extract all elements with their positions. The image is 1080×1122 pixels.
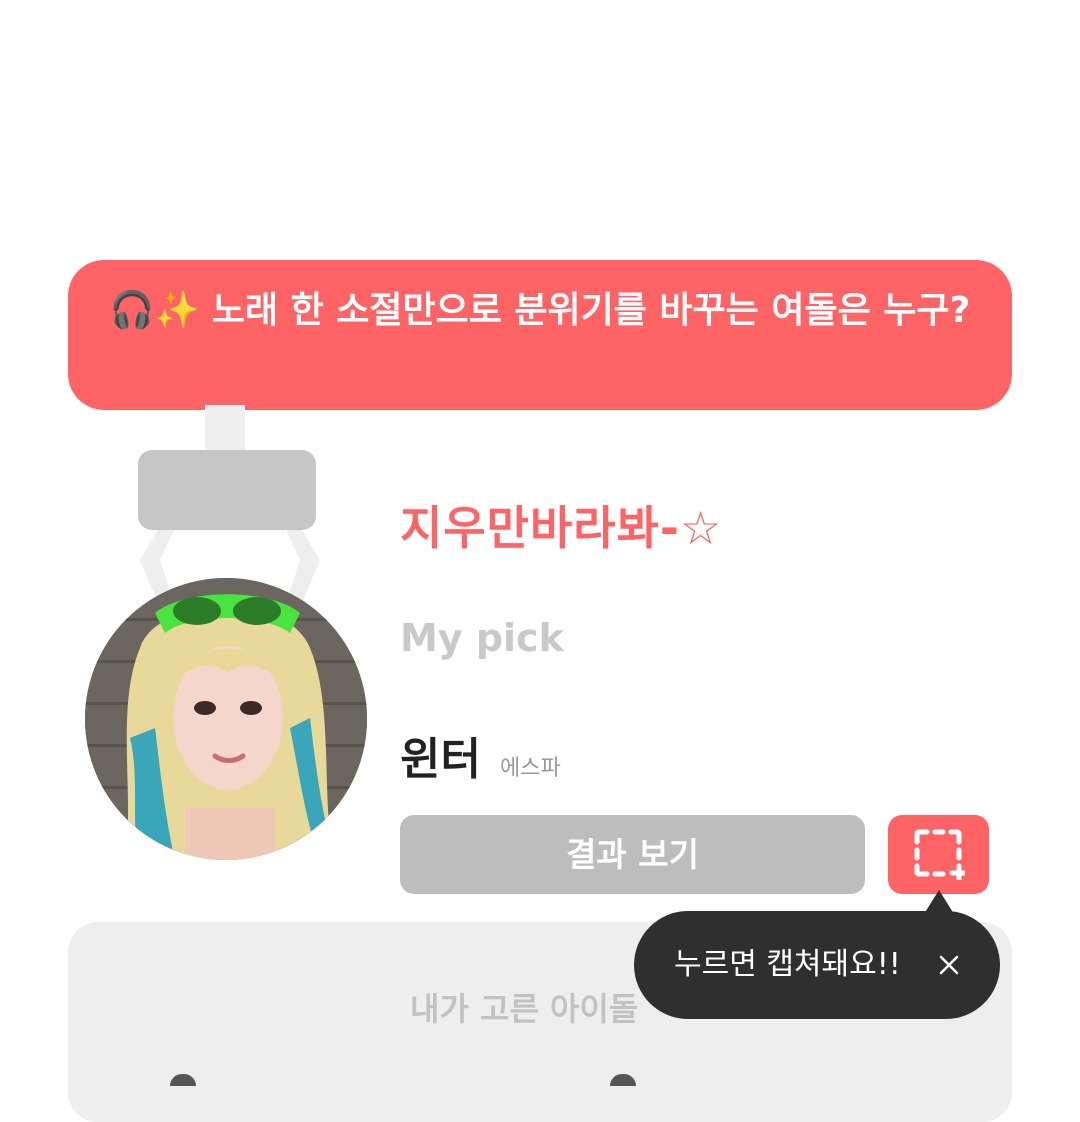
question-banner: 🎧✨ 노래 한 소절만으로 분위기를 바꾸는 여돌은 누구? — [68, 260, 1012, 410]
idol-name: 윈터 — [400, 734, 481, 785]
crane-head — [138, 450, 316, 530]
headphones-sparkles-emoji: 🎧✨ — [109, 290, 200, 331]
result-title: 지우만바라봐-☆ — [400, 501, 723, 555]
view-result-button[interactable]: 결과 보기 — [400, 815, 865, 894]
question-text: 노래 한 소절만으로 분위기를 바꾸는 여돌은 누구? — [211, 290, 971, 331]
my-pick-label: My pick — [400, 616, 564, 660]
capture-button[interactable] — [888, 815, 989, 894]
idol-group: 에스파 — [500, 756, 561, 781]
close-icon[interactable] — [934, 950, 964, 980]
idol-avatar — [85, 578, 367, 860]
tooltip-text: 누르면 캡쳐돼요!! — [674, 947, 901, 982]
crane-stem — [205, 405, 245, 455]
screenshot-capture-icon — [914, 829, 965, 880]
my-picks-title: 내가 고른 아이돌 — [410, 990, 639, 1028]
capture-tooltip: 누르면 캡쳐돼요!! — [634, 911, 1000, 1019]
